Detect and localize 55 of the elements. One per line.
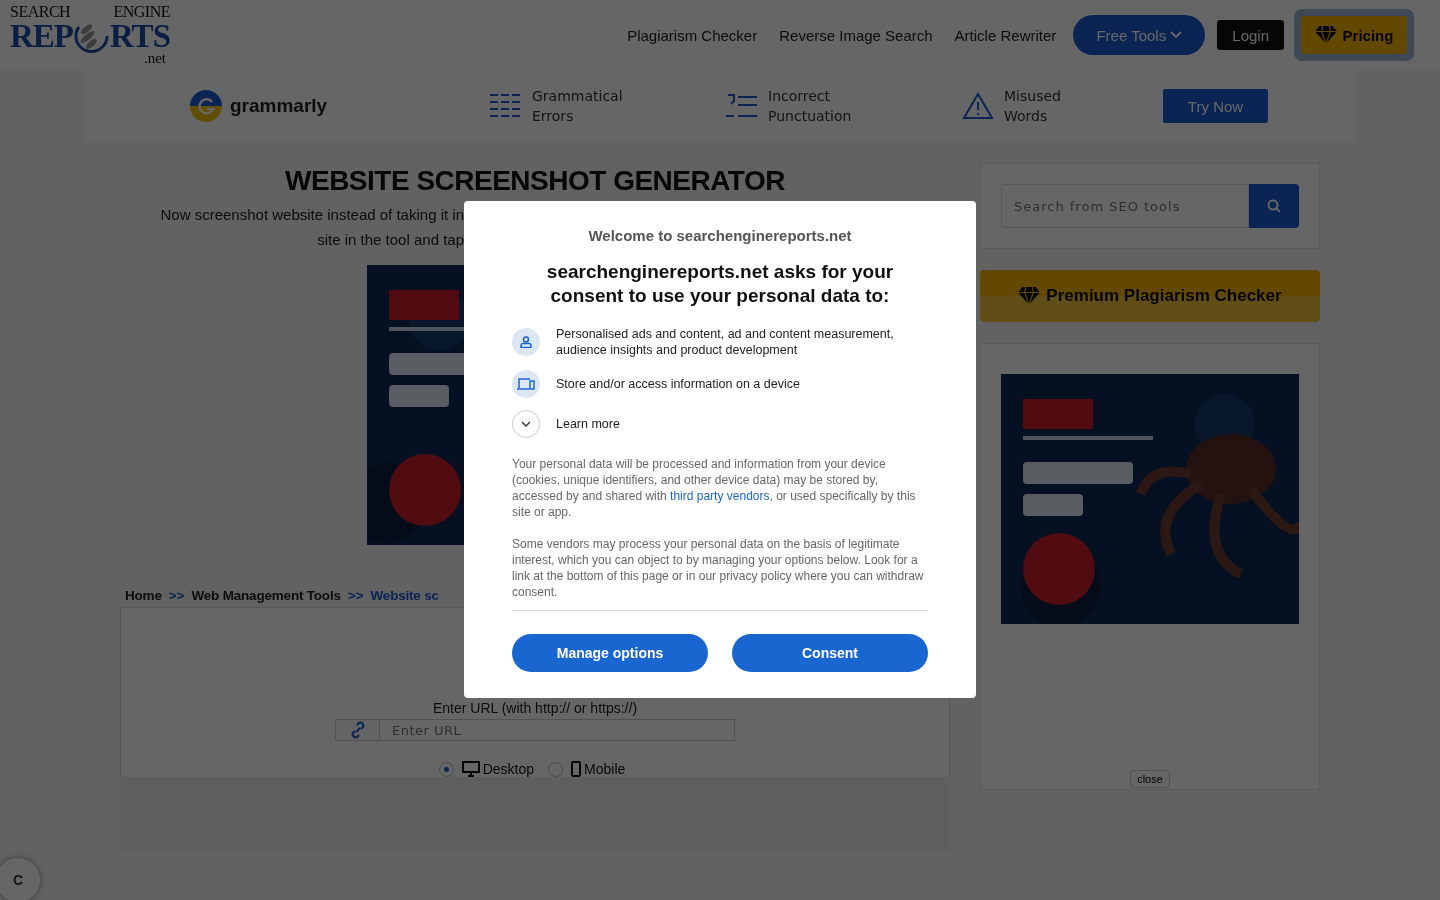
diamond-icon bbox=[1018, 287, 1041, 305]
breadcrumb-separator: >> bbox=[168, 588, 185, 603]
phone-icon bbox=[571, 761, 582, 777]
warning-icon bbox=[962, 92, 994, 120]
url-label: Enter URL (with http:// or https://) bbox=[432, 700, 638, 716]
nav-link[interactable]: Reverse Image Search bbox=[779, 26, 933, 44]
brand-name: grammarly bbox=[230, 95, 328, 117]
consent-paragraph: Your personal data will be processed and information from your device (cookies, unique identifiers, and other device data) may be stored by, accessed by and shared with third party vendors, or used specifically by this site or app. bbox=[512, 456, 917, 520]
monitor-icon bbox=[461, 761, 480, 777]
intro-text: Now screenshot website instead of taking it in bbox=[159, 205, 464, 224]
diamond-icon bbox=[1314, 26, 1337, 44]
manage-options-button[interactable]: Manage options bbox=[512, 634, 708, 672]
page-title: WEBSITE SCREENSHOT GENERATOR bbox=[284, 164, 786, 198]
logo-text: .net bbox=[143, 51, 166, 66]
pricing-button[interactable]: Pricing bbox=[1301, 16, 1407, 54]
device-option[interactable]: Desktop bbox=[461, 761, 535, 777]
chevron-down-icon bbox=[1170, 31, 1183, 39]
search-button[interactable] bbox=[1249, 184, 1299, 228]
grammarly-logo-icon bbox=[190, 90, 222, 122]
radio-button[interactable] bbox=[438, 761, 454, 777]
login-button[interactable]: Login bbox=[1217, 20, 1284, 50]
purpose-text: Store and/or access information on a device bbox=[556, 376, 800, 392]
nav-link[interactable]: Plagiarism Checker bbox=[627, 26, 758, 44]
dialog-welcome: Welcome to searchenginereports.net bbox=[587, 227, 853, 244]
logo-text: SEARCH bbox=[10, 4, 71, 20]
chevron-down-icon bbox=[521, 420, 531, 428]
expand-button[interactable] bbox=[512, 410, 540, 438]
devices-icon bbox=[517, 378, 535, 390]
nav-link[interactable]: Article Rewriter bbox=[954, 26, 1057, 44]
breadcrumb-link[interactable]: Website sc bbox=[370, 588, 439, 603]
consent-button[interactable]: Consent bbox=[732, 634, 928, 672]
intro-text: site in the tool and tap bbox=[316, 230, 464, 249]
consent-paragraph: Some vendors may process your personal data on the basis of legitimate interest, which you can object to by managing your options below. Look for a link at the bottom of this page or in our privacy policy where you can withdraw consent. bbox=[512, 536, 925, 600]
breadcrumb-separator: >> bbox=[347, 588, 364, 603]
logo-text: RTS bbox=[109, 19, 170, 53]
close-ad-button[interactable]: close bbox=[1130, 770, 1170, 788]
list-icon bbox=[726, 93, 758, 119]
feature-label: Incorrect Punctuation bbox=[768, 87, 852, 126]
person-icon bbox=[520, 336, 532, 348]
logo-text: REP bbox=[10, 19, 73, 53]
corner-button[interactable]: C bbox=[0, 858, 40, 900]
feature-label: Grammatical Errors bbox=[532, 87, 623, 126]
feature-label: Misused Words bbox=[1004, 87, 1061, 126]
lines-icon bbox=[490, 93, 522, 119]
search-icon bbox=[1267, 199, 1281, 213]
breadcrumb-link[interactable]: Home bbox=[125, 588, 162, 603]
free-tools-button[interactable]: Free Tools bbox=[1073, 15, 1206, 55]
logo-text: ENGINE bbox=[113, 4, 170, 20]
premium-button[interactable]: Premium Plagiarism Checker bbox=[980, 270, 1320, 322]
device-option[interactable]: Mobile bbox=[571, 761, 626, 777]
learn-more-text: Learn more bbox=[556, 416, 620, 432]
dialog-heading: searchenginereports.net asks for your consent to use your personal data to: bbox=[545, 260, 895, 308]
purpose-text: Personalised ads and content, ad and content measurement, audience insights and product development bbox=[556, 326, 895, 358]
breadcrumb-link[interactable]: Web Management Tools bbox=[191, 588, 341, 603]
try-now-button[interactable]: Try Now bbox=[1163, 89, 1268, 123]
